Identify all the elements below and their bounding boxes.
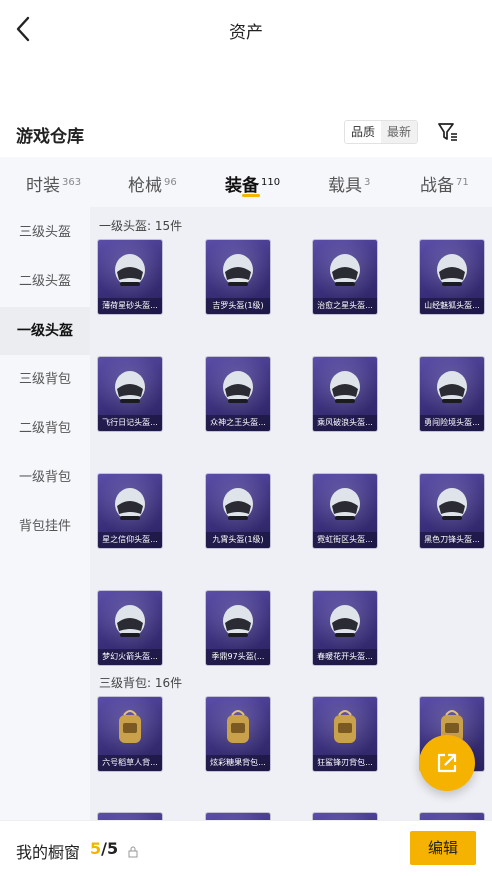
group-label-level3-backpack: 三级背包: 16件	[99, 676, 183, 690]
helmet-icon	[325, 482, 365, 526]
edit-button[interactable]: 编辑	[410, 831, 476, 865]
backpack-icon	[218, 705, 258, 749]
item-card-label: 山经魅狐头盔...	[420, 298, 484, 314]
sidebar-item-level2-backpack[interactable]: 二级背包	[0, 405, 90, 453]
showcase-bar: 我的橱窗 5/5 编辑	[0, 820, 492, 876]
helmet-icon	[110, 248, 150, 292]
external-link-icon	[437, 753, 457, 773]
sidebar-item-level1-backpack[interactable]: 一级背包	[0, 454, 90, 502]
item-card[interactable]: 狂鲨锋刃背包...	[313, 697, 377, 771]
item-card-label: 飞行日记头盔...	[98, 415, 162, 431]
item-card[interactable]: 吉罗头盔(1级)	[206, 240, 270, 314]
helmet-icon	[432, 365, 472, 409]
sidebar-item-backpack-pendant[interactable]: 背包挂件	[0, 503, 90, 551]
item-card-label: 薄荷星砂头盔...	[98, 298, 162, 314]
item-card-label: 众神之王头盔...	[206, 415, 270, 431]
warehouse-title: 游戏仓库	[16, 127, 84, 147]
helmet-icon	[218, 482, 258, 526]
item-card[interactable]: 飞行日记头盔...	[98, 357, 162, 431]
item-card[interactable]: 炫彩糖果背包...	[206, 697, 270, 771]
item-card-label: 九霄头盔(1级)	[206, 532, 270, 548]
item-card[interactable]: 黑色刀锋头盔...	[420, 474, 484, 548]
item-card[interactable]: 星之信仰头盔...	[98, 474, 162, 548]
helmet-icon	[218, 248, 258, 292]
share-button[interactable]	[419, 735, 475, 791]
helmet-icon	[325, 248, 365, 292]
item-card[interactable]: 山经魅狐头盔...	[420, 240, 484, 314]
item-card-label: 治愈之星头盔...	[313, 298, 377, 314]
subcategory-sidebar: 三级头盔 二级头盔 一级头盔 三级背包 二级背包 一级背包 背包挂件	[0, 207, 90, 820]
item-card-label: 炫彩糖果背包...	[206, 755, 270, 771]
item-card-label: 六号稻草人背...	[98, 755, 162, 771]
sidebar-item-level1-helmet[interactable]: 一级头盔	[0, 307, 90, 355]
item-card[interactable]	[313, 813, 377, 820]
sidebar-item-level2-helmet[interactable]: 二级头盔	[0, 258, 90, 306]
filter-icon[interactable]	[436, 120, 460, 144]
item-card[interactable]	[420, 813, 484, 820]
item-card[interactable]	[206, 813, 270, 820]
item-card[interactable]	[98, 813, 162, 820]
category-tabs: 时装 363 枪械 96 装备 110 载具 3 战备 71	[0, 157, 492, 207]
helmet-icon	[432, 482, 472, 526]
helmet-icon	[325, 599, 365, 643]
helmet-icon	[432, 248, 472, 292]
backpack-icon	[325, 705, 365, 749]
lock-icon	[128, 843, 138, 858]
tab-fashion[interactable]: 时装 363	[26, 171, 81, 196]
top-bar: 资产	[0, 0, 492, 60]
item-card[interactable]: 六号稻草人背...	[98, 697, 162, 771]
tab-guns[interactable]: 枪械 96	[128, 171, 177, 196]
item-card[interactable]: 春暖花开头盔...	[313, 591, 377, 665]
sidebar-item-level3-backpack[interactable]: 三级背包	[0, 356, 90, 404]
item-card-label: 吉罗头盔(1级)	[206, 298, 270, 314]
tab-equipment[interactable]: 装备 110	[225, 171, 280, 196]
helmet-icon	[218, 365, 258, 409]
helmet-icon	[110, 365, 150, 409]
active-tab-indicator	[242, 194, 260, 197]
item-card[interactable]: 薄荷星砂头盔...	[98, 240, 162, 314]
group-label-level1-helmet: 一级头盔: 15件	[99, 219, 183, 233]
warehouse-header: 游戏仓库 品质 最新	[0, 116, 492, 152]
page-title: 资产	[229, 23, 263, 43]
item-card[interactable]: 勇闯险境头盔...	[420, 357, 484, 431]
item-card-label: 乘风破浪头盔...	[313, 415, 377, 431]
item-card[interactable]: 乘风破浪头盔...	[313, 357, 377, 431]
item-card-label: 星之信仰头盔...	[98, 532, 162, 548]
sidebar-item-level3-helmet[interactable]: 三级头盔	[0, 209, 90, 257]
item-card[interactable]: 治愈之星头盔...	[313, 240, 377, 314]
item-card-label: 季鼎97头盔(...	[206, 649, 270, 665]
helmet-icon	[110, 482, 150, 526]
item-card[interactable]: 霓虹街区头盔...	[313, 474, 377, 548]
item-card[interactable]: 梦幻火箭头盔...	[98, 591, 162, 665]
item-card-label: 黑色刀锋头盔...	[420, 532, 484, 548]
item-card-label: 春暖花开头盔...	[313, 649, 377, 665]
helmet-icon	[325, 365, 365, 409]
item-card[interactable]: 九霄头盔(1级)	[206, 474, 270, 548]
backpack-icon	[110, 705, 150, 749]
item-card[interactable]: 众神之王头盔...	[206, 357, 270, 431]
tab-vehicles[interactable]: 载具 3	[328, 171, 370, 196]
helmet-icon	[110, 599, 150, 643]
tab-supplies[interactable]: 战备 71	[420, 171, 469, 196]
item-grid: 一级头盔: 15件 三级背包: 16件 薄荷星砂头盔... 吉罗头盔(1级) 治愈之…	[90, 207, 492, 820]
sort-toggle: 品质 最新	[344, 120, 419, 144]
sort-quality-button[interactable]: 品质	[345, 121, 382, 143]
item-card-label: 梦幻火箭头盔...	[98, 649, 162, 665]
item-card-label: 勇闯险境头盔...	[420, 415, 484, 431]
helmet-icon	[218, 599, 258, 643]
item-card-label: 狂鲨锋刃背包...	[313, 755, 377, 771]
showcase-label: 我的橱窗	[16, 843, 81, 862]
item-card[interactable]: 季鼎97头盔(...	[206, 591, 270, 665]
sort-latest-button[interactable]: 最新	[381, 121, 418, 143]
item-card-label: 霓虹街区头盔...	[313, 532, 377, 548]
showcase-count: 5/5	[90, 839, 119, 858]
